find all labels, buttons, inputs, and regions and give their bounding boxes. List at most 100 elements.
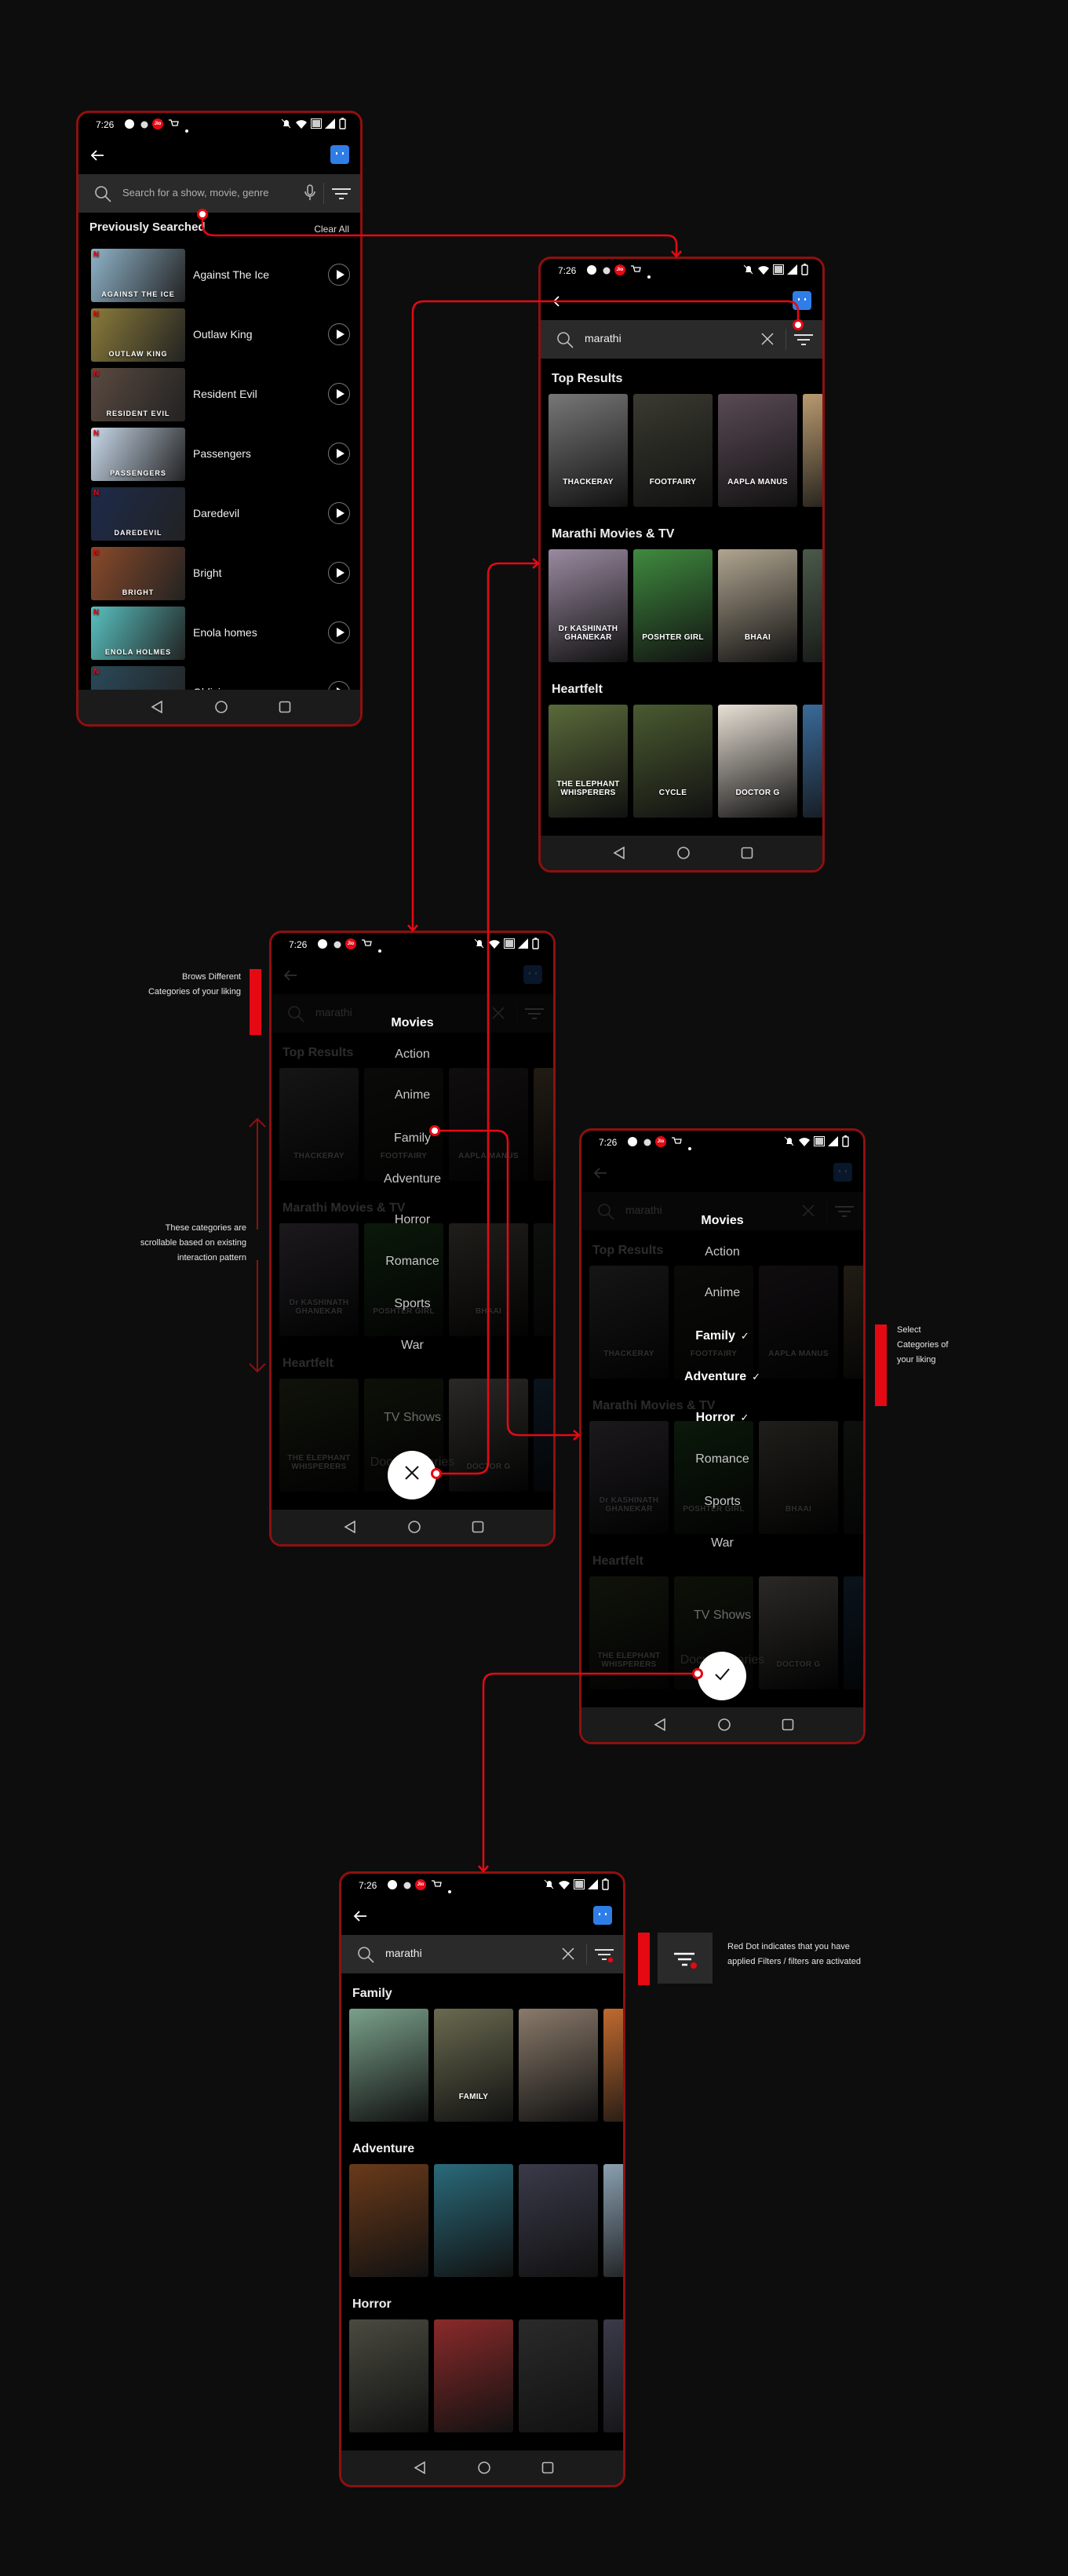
title-poster[interactable] [349,2319,428,2432]
recent-search-item[interactable]: N BRIGHT Bright [91,547,350,600]
category-horror[interactable]: Horror ✓ [581,1411,863,1425]
title-poster[interactable] [603,2319,623,2432]
play-icon[interactable] [328,323,350,345]
confirm-selection-button[interactable] [698,1652,746,1700]
title-poster[interactable]: FAMILY [434,2009,513,2122]
category-adventure[interactable]: Adventure ✓ [581,1370,863,1384]
category-tv-shows[interactable]: TV Shows [272,1411,553,1425]
title-poster[interactable]: THE ELEPHANT WHISPERERS [549,705,628,818]
microphone-icon[interactable] [304,184,315,206]
back-arrow-icon[interactable] [552,295,567,312]
recent-search-item[interactable]: N OUTLAW KING Outlaw King [91,308,350,362]
recent-search-item[interactable]: N AGAINST THE ICE Against The Ice [91,249,350,302]
nav-home-icon[interactable] [717,1718,731,1736]
title-poster[interactable]: CYCLE [633,705,713,818]
title-poster[interactable] [603,2009,623,2122]
play-icon[interactable] [328,264,350,286]
category-romance[interactable]: Romance [272,1255,553,1269]
title-poster[interactable] [434,2164,513,2277]
nav-home-icon[interactable] [477,2461,491,2479]
title-poster[interactable]: Dr KASHINATH GHANEKAR [549,549,628,662]
search-input[interactable]: Search for a show, movie, genre [122,187,268,199]
nav-back-icon[interactable] [414,2461,426,2478]
close-menu-button[interactable] [388,1451,436,1499]
profile-avatar[interactable] [330,145,349,164]
nav-home-icon[interactable] [214,700,228,718]
title-poster[interactable] [434,2319,513,2432]
title-poster[interactable] [349,2009,428,2122]
category-horror[interactable]: Horror [272,1213,553,1227]
notification-dot-icon [688,1140,691,1154]
category-family[interactable]: Family ✓ [581,1329,863,1343]
title-poster[interactable] [519,2164,598,2277]
category-sports[interactable]: Sports [272,1297,553,1311]
category-action[interactable]: Action [581,1245,863,1259]
category-tv-shows[interactable]: TV Shows [581,1609,863,1623]
category-sports[interactable]: Sports [581,1495,863,1509]
battery-icon [602,1878,609,1894]
cart-icon [168,118,179,133]
category-adventure[interactable]: Adventure [272,1172,553,1186]
clear-icon[interactable] [561,1947,575,1965]
title-poster[interactable]: DOCTOR G [718,705,797,818]
recent-search-item[interactable]: N PASSENGERS Passengers [91,428,350,481]
thumbnail: N OUTLAW KING [91,308,185,362]
wifi-icon [559,1880,570,1894]
play-icon[interactable] [328,383,350,405]
search-input[interactable]: marathi [385,1947,422,1959]
nav-back-icon[interactable] [613,846,625,863]
nav-recents-icon[interactable] [782,1718,794,1735]
play-icon[interactable] [328,621,350,643]
recent-search-item[interactable]: N ENOLA HOLMES Enola homes [91,607,350,660]
jio-icon: Jio [655,1136,666,1147]
profile-avatar[interactable] [593,1906,612,1925]
title-poster[interactable]: THACKERAY [549,394,628,507]
nav-recents-icon[interactable] [279,701,291,717]
recent-search-item[interactable]: N RESIDENT EVIL Resident Evil [91,368,350,421]
nav-recents-icon[interactable] [541,2461,554,2478]
title-poster[interactable] [603,2164,623,2277]
category-romance[interactable]: Romance [581,1452,863,1467]
title-poster[interactable]: FOOTFAIRY [633,394,713,507]
nav-home-icon[interactable] [407,1520,421,1538]
app-icon [403,1880,412,1894]
category-war[interactable]: War [581,1536,863,1550]
play-icon[interactable] [328,443,350,465]
title-poster[interactable]: BHAAI [718,549,797,662]
title-poster[interactable] [803,705,822,818]
play-icon[interactable] [328,502,350,524]
search-input[interactable]: marathi [585,332,621,344]
filter-icon[interactable] [331,185,352,206]
nav-back-icon[interactable] [654,1718,666,1735]
title-poster[interactable]: POSHTER GIRL [633,549,713,662]
category-anime[interactable]: Anime [272,1088,553,1102]
nav-home-icon[interactable] [676,846,691,864]
title-poster[interactable] [519,2009,598,2122]
title-poster[interactable]: AAPLA MANUS [718,394,797,507]
category-family[interactable]: Family [272,1131,553,1146]
note-red-dot: Red Dot indicates that you have applied … [727,1940,861,1969]
category-war[interactable]: War [272,1339,553,1353]
title-poster[interactable] [803,394,822,507]
category-label: Romance [695,1452,749,1466]
recent-search-item[interactable]: N DAREDEVIL Daredevil [91,487,350,541]
title-poster[interactable] [349,2164,428,2277]
nav-recents-icon[interactable] [472,1521,484,1537]
nav-back-icon[interactable] [344,1520,356,1537]
clear-all-button[interactable]: Clear All [314,224,349,235]
note-line: applied Filters / filters are activated [727,1957,861,1966]
category-action[interactable]: Action [272,1048,553,1062]
filter-icon[interactable] [594,1946,614,1967]
clear-icon[interactable] [760,332,775,350]
back-arrow-icon[interactable] [352,1910,368,1926]
profile-avatar[interactable] [793,291,811,310]
nav-back-icon[interactable] [151,700,163,717]
nav-recents-icon[interactable] [741,847,753,863]
filter-icon[interactable] [793,331,814,352]
status-time: 7:26 [558,265,577,276]
play-icon[interactable] [328,562,350,584]
category-anime[interactable]: Anime [581,1286,863,1300]
title-poster[interactable] [803,549,822,662]
back-arrow-icon[interactable] [89,149,105,166]
title-poster[interactable] [519,2319,598,2432]
